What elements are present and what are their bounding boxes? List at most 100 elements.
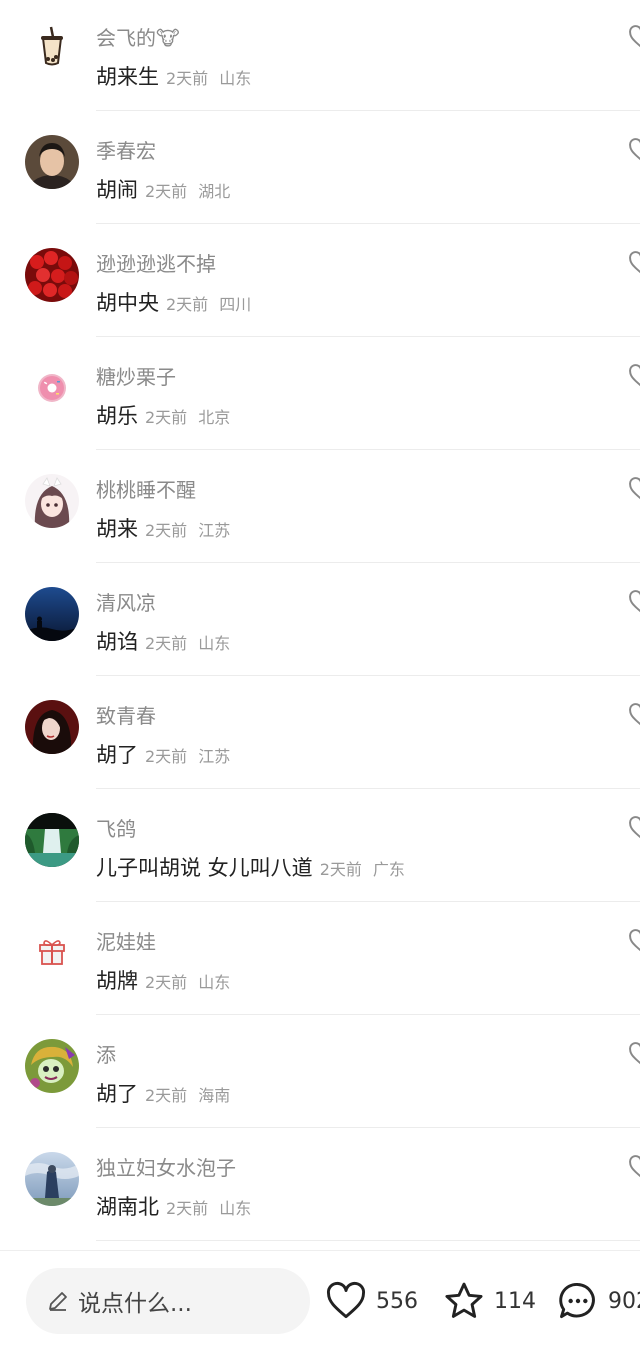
- comment-location: 山东: [219, 69, 252, 88]
- username[interactable]: 逊逊逊逃不掉: [96, 248, 216, 277]
- comment-body: 胡来 2天前 江苏: [96, 513, 230, 543]
- username[interactable]: 添: [96, 1039, 116, 1068]
- comment-text: 胡牌: [96, 969, 138, 993]
- comment-item: 独立妇女水泡子 湖南北 2天前 山东: [0, 1130, 640, 1243]
- comment-item: 飞鸽 儿子叫胡说 女儿叫八道 2天前 广东: [0, 791, 640, 904]
- comment-text: 胡中央: [96, 291, 159, 315]
- avatar[interactable]: [25, 1152, 79, 1206]
- divider: [96, 110, 640, 111]
- night-sky-photo: [25, 587, 79, 641]
- heart-icon[interactable]: [628, 1041, 640, 1067]
- comment-time: 2天前: [319, 860, 362, 879]
- waterfall-landscape-photo: [25, 813, 79, 867]
- username[interactable]: 季春宏: [96, 135, 156, 164]
- comment-body: 胡牌 2天前 山东: [96, 965, 230, 995]
- comment-location: 广东: [372, 860, 405, 879]
- divider: [96, 336, 640, 337]
- comment-text: 胡了: [96, 743, 138, 767]
- username[interactable]: 独立妇女水泡子: [96, 1152, 236, 1181]
- username[interactable]: 清风凉: [96, 587, 156, 616]
- comment-time: 2天前: [145, 973, 188, 992]
- comment-body: 胡诌 2天前 山东: [96, 626, 230, 656]
- avatar[interactable]: [25, 474, 79, 528]
- heart-icon[interactable]: [628, 815, 640, 841]
- woman-portrait-photo: [25, 700, 79, 754]
- like-button[interactable]: 556: [324, 1278, 418, 1324]
- comment-location: 山东: [198, 634, 231, 653]
- username[interactable]: 糖炒栗子: [96, 361, 176, 390]
- avatar[interactable]: [25, 22, 79, 76]
- comment-location: 湖北: [198, 182, 231, 201]
- bottom-action-bar: 说点什么... 556 114 902: [0, 1250, 640, 1348]
- favorite-count: 114: [494, 1288, 536, 1314]
- comment-body: 胡中央 2天前 四川: [96, 287, 251, 317]
- comment-list: 会飞的🐮 胡来生 2天前 山东 季春宏 胡闹 2天前 湖北 逊逊逊逃不掉 胡中央…: [0, 0, 640, 1249]
- comment-time: 2天前: [145, 408, 188, 427]
- heart-icon[interactable]: [628, 476, 640, 502]
- divider: [96, 449, 640, 450]
- comment-item: 泥娃娃 胡牌 2天前 山东: [0, 904, 640, 1017]
- avatar[interactable]: [25, 813, 79, 867]
- avatar[interactable]: [25, 700, 79, 754]
- username[interactable]: 泥娃娃: [96, 926, 156, 955]
- portrait-photo: [25, 135, 79, 189]
- username[interactable]: 会飞的🐮: [96, 22, 180, 51]
- heart-icon[interactable]: [628, 928, 640, 954]
- heart-icon[interactable]: [628, 1154, 640, 1180]
- comment-item: 会飞的🐮 胡来生 2天前 山东: [0, 0, 640, 113]
- comment-text: 胡乐: [96, 404, 138, 428]
- comment-button[interactable]: 902: [556, 1278, 640, 1324]
- donut-icon: [25, 361, 79, 415]
- comment-item: 糖炒栗子 胡乐 2天前 北京: [0, 339, 640, 452]
- comment-item: 添 胡了 2天前 海南: [0, 1017, 640, 1130]
- comment-text: 胡了: [96, 1082, 138, 1106]
- avatar[interactable]: [25, 926, 79, 980]
- heart-icon[interactable]: [628, 363, 640, 389]
- avatar[interactable]: [25, 587, 79, 641]
- painting-figure-photo: [25, 1152, 79, 1206]
- favorite-button[interactable]: 114: [442, 1278, 536, 1324]
- gift-box-icon: [25, 926, 79, 980]
- comment-body: 胡来生 2天前 山东: [96, 61, 251, 91]
- comment-text: 胡诌: [96, 630, 138, 654]
- anime-girl-drawing: [25, 474, 79, 528]
- comment-item: 致青春 胡了 2天前 江苏: [0, 678, 640, 791]
- divider: [96, 562, 640, 563]
- comment-text: 胡来: [96, 517, 138, 541]
- comment-item: 逊逊逊逃不掉 胡中央 2天前 四川: [0, 226, 640, 339]
- comment-item: 桃桃睡不醒 胡来 2天前 江苏: [0, 452, 640, 565]
- username[interactable]: 飞鸽: [96, 813, 136, 842]
- red-berries-photo: [25, 248, 79, 302]
- comment-time: 2天前: [166, 69, 209, 88]
- heart-icon[interactable]: [628, 589, 640, 615]
- comment-time: 2天前: [145, 182, 188, 201]
- avatar[interactable]: [25, 248, 79, 302]
- comment-location: 山东: [219, 1199, 252, 1218]
- comment-location: 四川: [219, 295, 252, 314]
- username[interactable]: 致青春: [96, 700, 156, 729]
- comment-input-placeholder: 说点什么...: [78, 1291, 192, 1317]
- comment-location: 山东: [198, 973, 231, 992]
- divider: [96, 675, 640, 676]
- comment-item: 季春宏 胡闹 2天前 湖北: [0, 113, 640, 226]
- divider: [96, 1240, 640, 1241]
- comment-item: 清风凉 胡诌 2天前 山东: [0, 565, 640, 678]
- heart-icon: [326, 1281, 366, 1319]
- comment-location: 北京: [198, 408, 231, 427]
- avatar[interactable]: [25, 135, 79, 189]
- heart-icon[interactable]: [628, 702, 640, 728]
- comment-body: 胡了 2天前 海南: [96, 1078, 230, 1108]
- heart-icon[interactable]: [628, 24, 640, 50]
- comment-location: 江苏: [198, 521, 231, 540]
- heart-icon[interactable]: [628, 137, 640, 163]
- divider: [96, 1014, 640, 1015]
- comment-time: 2天前: [166, 1199, 209, 1218]
- avatar[interactable]: [25, 361, 79, 415]
- divider: [96, 1127, 640, 1128]
- comment-location: 海南: [198, 1086, 231, 1105]
- comment-body: 儿子叫胡说 女儿叫八道 2天前 广东: [96, 852, 405, 882]
- comment-input[interactable]: 说点什么...: [26, 1268, 310, 1334]
- avatar[interactable]: [25, 1039, 79, 1093]
- username[interactable]: 桃桃睡不醒: [96, 474, 196, 503]
- heart-icon[interactable]: [628, 250, 640, 276]
